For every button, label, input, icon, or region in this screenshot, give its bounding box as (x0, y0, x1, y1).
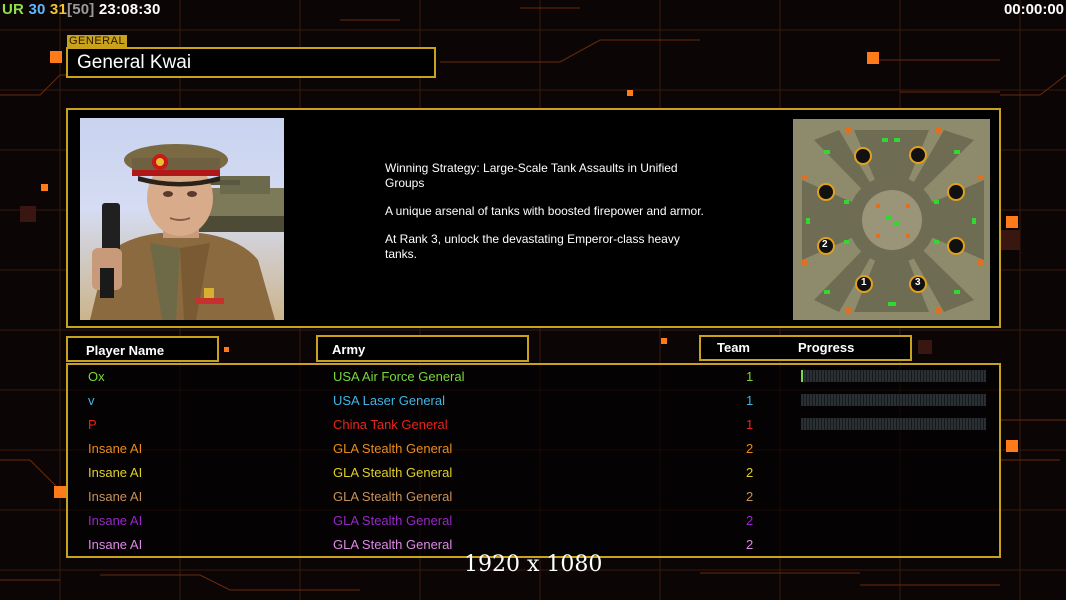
player-name: Insane AI (88, 537, 143, 552)
resolution-overlay: 1920 x 1080 (464, 552, 603, 577)
header-player-name: Player Name (66, 336, 219, 362)
player-army: USA Laser General (333, 393, 446, 408)
player-row: v USA Laser General 1 (68, 390, 1003, 414)
strategy-line-1: Winning Strategy: Large-Scale Tank Assau… (385, 161, 678, 190)
general-name: General Kwai (66, 47, 436, 78)
player-row: Insane AI GLA Stealth General 2 (68, 462, 1003, 486)
progress-bar (801, 418, 986, 430)
player-team: 1 (746, 417, 754, 432)
player-row: Ox USA Air Force General 1 (68, 366, 1003, 390)
player-team: 1 (746, 393, 754, 408)
hud-value-b: 31 (49, 1, 68, 18)
player-team: 2 (746, 489, 754, 504)
player-army: GLA Stealth General (333, 465, 453, 480)
map-marker-2: 2 (822, 239, 828, 250)
hud-value-a: 30 (28, 1, 46, 18)
player-team: 1 (746, 369, 754, 384)
map-marker-1: 1 (861, 277, 867, 288)
player-row: Insane AI GLA Stealth General 2 (68, 438, 1003, 462)
general-portrait (80, 118, 284, 320)
header-player-name-label: Player Name (86, 343, 165, 358)
strategy-line-2: A unique arsenal of tanks with boosted f… (385, 204, 704, 218)
player-army: GLA Stealth General (333, 537, 453, 552)
player-row: Insane AI GLA Stealth General 2 (68, 510, 1003, 534)
player-row: Insane AI GLA Stealth General 2 (68, 486, 1003, 510)
player-team: 2 (746, 513, 754, 528)
progress-bar-fill (801, 370, 803, 382)
players-panel: Ox USA Air Force General 1 v USA Laser Gener… (66, 363, 1001, 558)
player-army: USA Air Force General (333, 369, 465, 384)
header-team-progress: Team Progress (699, 335, 912, 361)
player-row: P China Tank General 1 (68, 414, 1003, 438)
player-team: 2 (746, 441, 754, 456)
header-team-label: Team (717, 340, 750, 355)
map-marker-3: 3 (915, 277, 921, 288)
hud-ur-label: UR (2, 1, 25, 18)
player-name: Insane AI (88, 441, 143, 456)
progress-bar (801, 370, 986, 382)
hud-stats: UR 30 31[50] 23:08:30 (2, 1, 161, 18)
player-name: Insane AI (88, 513, 143, 528)
header-army: Army (316, 335, 529, 362)
map-preview: 2 1 3 (793, 119, 990, 320)
player-name: P (88, 417, 97, 432)
player-team: 2 (746, 537, 754, 552)
player-name: v (88, 393, 95, 408)
player-name: Insane AI (88, 465, 143, 480)
progress-bar (801, 394, 986, 406)
hud-clock: 23:08:30 (98, 1, 161, 18)
player-army: GLA Stealth General (333, 489, 453, 504)
game-timer: 00:00:00 (1003, 1, 1064, 18)
hud-value-c: [50] (67, 1, 95, 18)
player-army: China Tank General (333, 417, 448, 432)
strategy-text: Winning Strategy: Large-Scale Tank Assau… (385, 161, 705, 275)
player-name: Insane AI (88, 489, 143, 504)
header-army-label: Army (332, 342, 366, 357)
player-team: 2 (746, 465, 754, 480)
player-army: GLA Stealth General (333, 441, 453, 456)
header-progress-label: Progress (798, 340, 855, 355)
player-name: Ox (88, 369, 105, 384)
player-army: GLA Stealth General (333, 513, 453, 528)
strategy-line-3: At Rank 3, unlock the devastating Empero… (385, 232, 680, 261)
